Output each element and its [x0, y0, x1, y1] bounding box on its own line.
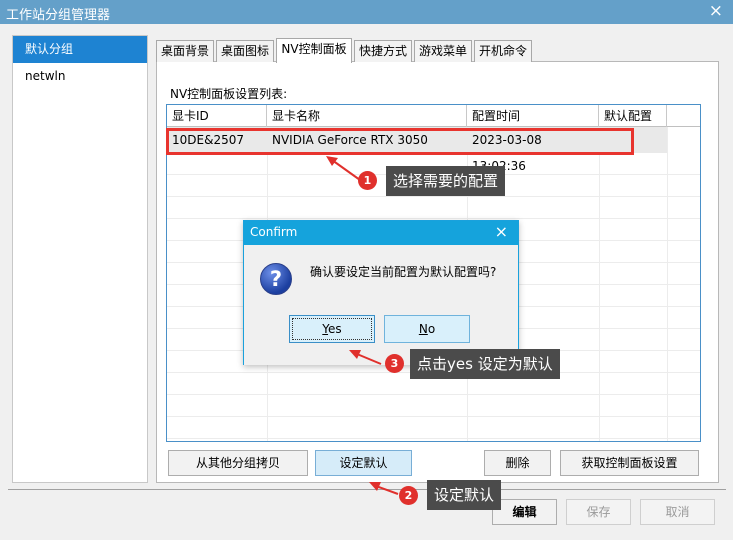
cancel-button[interactable]: 取消 — [640, 499, 715, 525]
yes-label: es — [328, 322, 342, 336]
delete-button[interactable]: 删除 — [484, 450, 551, 476]
tab-desktop-icons[interactable]: 桌面图标 — [216, 40, 274, 62]
tab-nv-control-panel[interactable]: NV控制面板 — [276, 38, 352, 63]
group-list: 默认分组 netwln — [12, 35, 148, 483]
tab-startup-commands[interactable]: 开机命令 — [474, 40, 532, 62]
save-button[interactable]: 保存 — [566, 499, 631, 525]
column-header-default[interactable]: 默认配置 — [599, 105, 667, 127]
dialog-title: Confirm — [250, 225, 298, 239]
annotation-badge-1: 1 — [358, 171, 377, 190]
yes-button[interactable]: Yes — [289, 315, 375, 343]
annotation-badge-2: 2 — [399, 486, 418, 505]
no-label: o — [427, 322, 436, 336]
question-icon: ? — [260, 263, 292, 295]
annotation-callout-2: 设定默认 — [427, 480, 502, 510]
title-bar: 工作站分组管理器 × — [0, 0, 733, 24]
row-highlight-box — [166, 128, 634, 155]
edit-button[interactable]: 编辑 — [492, 499, 557, 525]
tab-game-menu[interactable]: 游戏菜单 — [414, 40, 472, 62]
dialog-title-bar: Confirm × — [244, 221, 518, 245]
confirm-dialog: Confirm × ? 确认要设定当前配置为默认配置吗? Yes No — [243, 220, 519, 365]
group-item-netwln[interactable]: netwln — [13, 63, 147, 90]
no-mnemonic: N — [418, 322, 428, 336]
annotation-arrow-3 — [349, 350, 382, 365]
grid-header: 显卡ID 显卡名称 配置时间 默认配置 — [167, 105, 700, 127]
column-header-gpu-name[interactable]: 显卡名称 — [267, 105, 467, 127]
annotation-arrow-2 — [369, 482, 399, 495]
no-button[interactable]: No — [384, 315, 470, 343]
dialog-message: 确认要设定当前配置为默认配置吗? — [310, 265, 497, 279]
tab-desktop-background[interactable]: 桌面背景 — [156, 40, 214, 62]
window-title: 工作站分组管理器 — [6, 8, 111, 23]
copy-from-group-button[interactable]: 从其他分组拷贝 — [168, 450, 308, 476]
column-header-config-time[interactable]: 配置时间 — [467, 105, 599, 127]
fetch-panel-settings-button[interactable]: 获取控制面板设置 — [560, 450, 699, 476]
settings-list-label: NV控制面板设置列表: — [170, 87, 288, 101]
column-header-gpu-id[interactable]: 显卡ID — [167, 105, 267, 127]
tab-shortcuts[interactable]: 快捷方式 — [354, 40, 412, 62]
annotation-badge-3: 3 — [385, 354, 404, 373]
group-item-default[interactable]: 默认分组 — [13, 36, 147, 63]
close-icon[interactable]: × — [709, 1, 723, 21]
annotation-callout-1: 选择需要的配置 — [386, 166, 506, 196]
annotation-callout-3: 点击yes 设定为默认 — [410, 349, 560, 379]
dialog-close-icon[interactable]: × — [495, 222, 508, 241]
set-default-button[interactable]: 设定默认 — [315, 450, 412, 476]
